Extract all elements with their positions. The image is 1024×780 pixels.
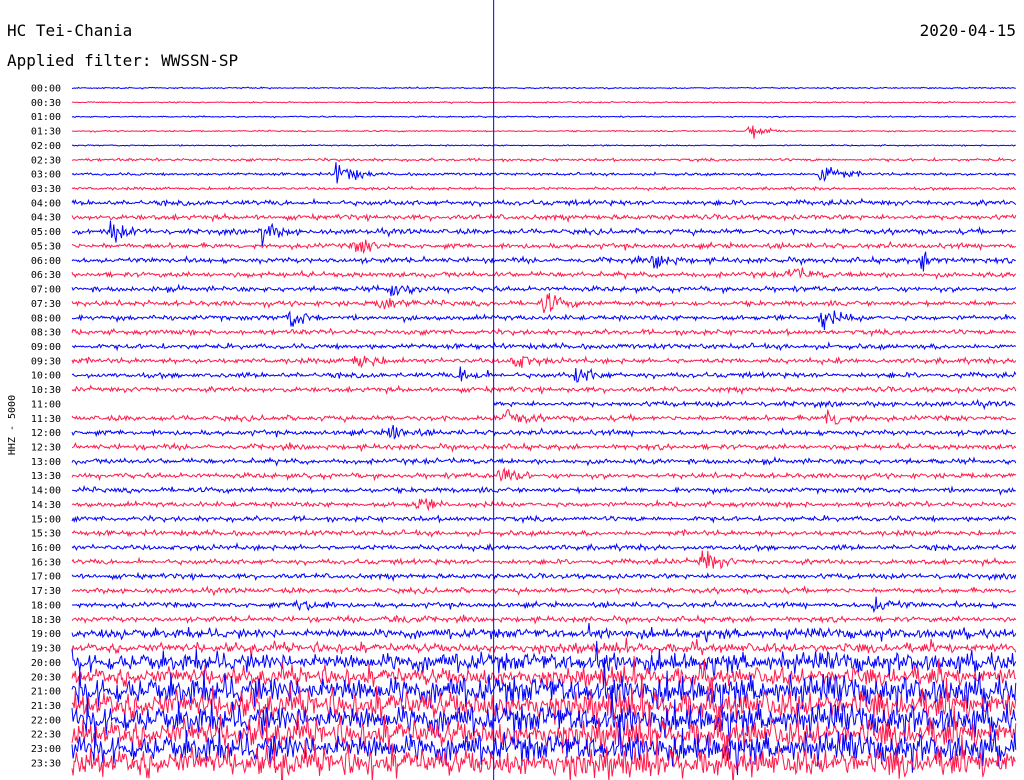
time-tick-2200: 22:00 bbox=[31, 715, 61, 726]
time-tick-1100: 11:00 bbox=[31, 399, 61, 410]
time-tick-1030: 10:30 bbox=[31, 385, 61, 396]
time-tick-2300: 23:00 bbox=[31, 744, 61, 755]
time-tick-0430: 04:30 bbox=[31, 213, 61, 224]
time-tick-0530: 05:30 bbox=[31, 241, 61, 252]
time-tick-1530: 15:30 bbox=[31, 529, 61, 540]
time-tick-0200: 02:00 bbox=[31, 141, 61, 152]
time-tick-0400: 04:00 bbox=[31, 198, 61, 209]
time-tick-0100: 01:00 bbox=[31, 112, 61, 123]
time-tick-2100: 21:00 bbox=[31, 687, 61, 698]
time-tick-0030: 00:30 bbox=[31, 98, 61, 109]
filter-label: Applied filter: WWSSN-SP bbox=[7, 51, 238, 70]
time-tick-1800: 18:00 bbox=[31, 600, 61, 611]
time-tick-0600: 06:00 bbox=[31, 256, 61, 267]
time-tick-1500: 15:00 bbox=[31, 514, 61, 525]
chart-date: 2020-04-15 bbox=[920, 21, 1016, 40]
time-tick-0330: 03:30 bbox=[31, 184, 61, 195]
time-tick-1430: 14:30 bbox=[31, 500, 61, 511]
time-tick-1230: 12:30 bbox=[31, 443, 61, 454]
time-tick-0930: 09:30 bbox=[31, 356, 61, 367]
time-tick-0300: 03:00 bbox=[31, 170, 61, 181]
time-tick-1830: 18:30 bbox=[31, 615, 61, 626]
time-tick-0800: 08:00 bbox=[31, 313, 61, 324]
time-tick-0830: 08:30 bbox=[31, 328, 61, 339]
time-tick-1630: 16:30 bbox=[31, 557, 61, 568]
time-tick-1400: 14:00 bbox=[31, 486, 61, 497]
time-tick-0230: 02:30 bbox=[31, 155, 61, 166]
time-tick-0500: 05:00 bbox=[31, 227, 61, 238]
time-tick-2030: 20:30 bbox=[31, 672, 61, 683]
time-tick-1900: 19:00 bbox=[31, 629, 61, 640]
time-tick-1300: 13:00 bbox=[31, 457, 61, 468]
time-tick-0000: 00:00 bbox=[31, 84, 61, 95]
y-axis-label: HHZ - 5000 bbox=[7, 395, 18, 455]
time-tick-1130: 11:30 bbox=[31, 414, 61, 425]
time-tick-1000: 10:00 bbox=[31, 371, 61, 382]
time-tick-0130: 01:30 bbox=[31, 127, 61, 138]
time-tick-2330: 23:30 bbox=[31, 758, 61, 769]
time-tick-0900: 09:00 bbox=[31, 342, 61, 353]
time-tick-1600: 16:00 bbox=[31, 543, 61, 554]
time-tick-2130: 21:30 bbox=[31, 701, 61, 712]
time-tick-2000: 20:00 bbox=[31, 658, 61, 669]
station-title: HC Tei-Chania bbox=[7, 21, 132, 40]
time-tick-2230: 22:30 bbox=[31, 730, 61, 741]
time-tick-1730: 17:30 bbox=[31, 586, 61, 597]
helicorder-chart: HC Tei-Chania 2020-04-15 Applied filter:… bbox=[0, 0, 1024, 780]
time-tick-0730: 07:30 bbox=[31, 299, 61, 310]
time-tick-1330: 13:30 bbox=[31, 471, 61, 482]
time-tick-1200: 12:00 bbox=[31, 428, 61, 439]
time-tick-1700: 17:00 bbox=[31, 572, 61, 583]
time-tick-0630: 06:30 bbox=[31, 270, 61, 281]
time-tick-1930: 19:30 bbox=[31, 644, 61, 655]
time-tick-0700: 07:00 bbox=[31, 285, 61, 296]
